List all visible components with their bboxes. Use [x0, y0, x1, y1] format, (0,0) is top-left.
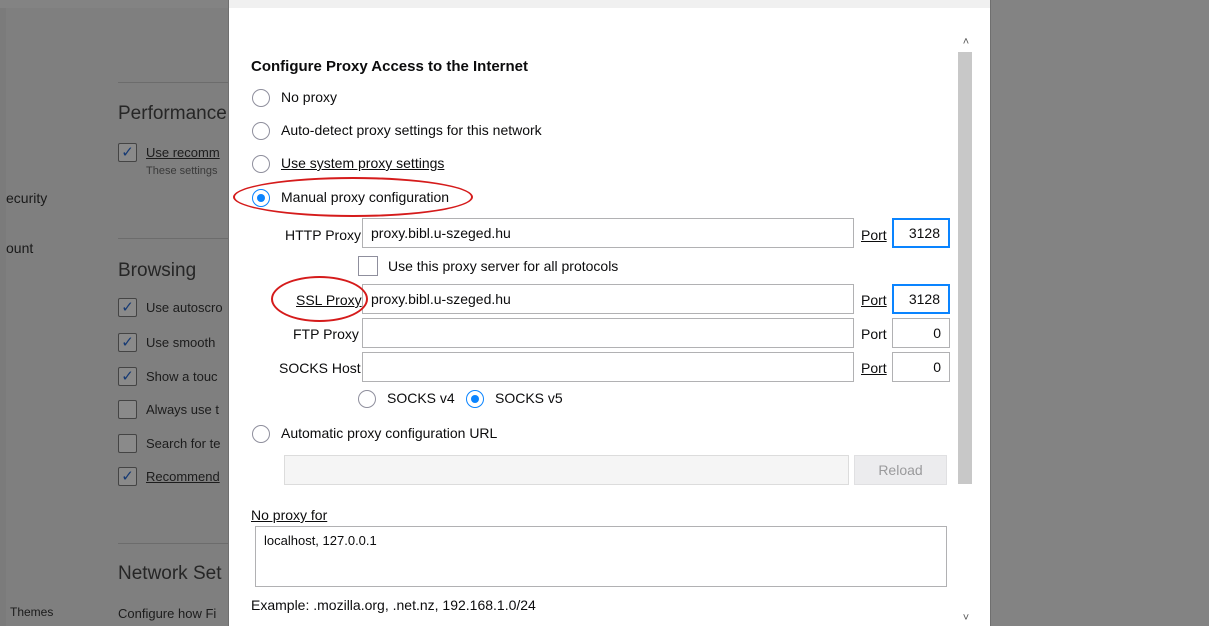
section-divider	[118, 543, 228, 544]
system-proxy-radio[interactable]	[252, 155, 270, 173]
no-proxy-for-label: No proxy for	[251, 507, 328, 523]
performance-heading: Performance	[118, 103, 227, 124]
auto-detect-radio[interactable]	[252, 122, 270, 140]
browsing-item-label: Always use t	[146, 402, 219, 417]
reload-button[interactable]: Reload	[854, 455, 947, 485]
proxy-section-title: Configure Proxy Access to the Internet	[251, 58, 529, 75]
browsing-checkbox[interactable]: ✓	[118, 367, 137, 386]
sidebar-item-account[interactable]: ount	[6, 240, 33, 256]
overlay-right	[990, 8, 1209, 626]
browsing-checkbox[interactable]: ✓	[118, 467, 137, 486]
ssl-port-input[interactable]: 3128	[892, 284, 950, 314]
sidebar-item-security[interactable]: ecurity	[6, 190, 47, 206]
no-proxy-example: Example: .mozilla.org, .net.nz, 192.168.…	[251, 597, 536, 613]
section-divider	[118, 238, 228, 239]
performance-checkbox-label: Use recomm	[146, 145, 220, 160]
http-port-input[interactable]: 3128	[892, 218, 950, 248]
auto-url-label[interactable]: Automatic proxy configuration URL	[281, 425, 497, 441]
socks-port-label: Port	[861, 360, 887, 376]
browsing-checkbox[interactable]: ✓	[118, 298, 137, 317]
browsing-item-label: Show a touc	[146, 369, 218, 384]
section-divider	[118, 82, 228, 83]
socks-host-label: SOCKS Host	[279, 360, 361, 376]
performance-note: These settings	[146, 165, 218, 177]
browsing-checkbox[interactable]: ✓	[118, 333, 137, 352]
socks-port-input[interactable]: 0	[892, 352, 950, 382]
use-for-all-checkbox[interactable]	[358, 256, 378, 276]
annotation-circle-ssl	[271, 276, 368, 322]
auto-detect-label[interactable]: Auto-detect proxy settings for this netw…	[281, 122, 542, 138]
browsing-checkbox[interactable]	[118, 434, 137, 453]
sidebar-item-themes[interactable]: Themes	[10, 605, 53, 619]
system-proxy-label[interactable]: Use system proxy settings	[281, 155, 444, 171]
ftp-port-label: Port	[861, 326, 887, 342]
browsing-heading: Browsing	[118, 260, 197, 281]
connection-settings-dialog: Configure Proxy Access to the Internet N…	[229, 0, 990, 626]
use-for-all-label[interactable]: Use this proxy server for all protocols	[388, 258, 618, 274]
browsing-item-label: Recommend	[146, 469, 220, 484]
ssl-proxy-input[interactable]: proxy.bibl.u-szeged.hu	[362, 284, 854, 314]
preferences-main-column	[6, 8, 228, 626]
scroll-up-icon[interactable]: ˄	[956, 34, 976, 50]
performance-checkbox[interactable]: ✓	[118, 143, 137, 162]
http-proxy-input[interactable]: proxy.bibl.u-szeged.hu	[362, 218, 854, 248]
socks-v5-radio[interactable]	[466, 390, 484, 408]
no-proxy-label[interactable]: No proxy	[281, 89, 337, 105]
socks-v4-label[interactable]: SOCKS v4	[387, 390, 455, 406]
ftp-proxy-input[interactable]	[362, 318, 854, 348]
browsing-item-label: Use autoscro	[146, 300, 223, 315]
network-settings-description: Configure how Fi	[118, 606, 217, 621]
socks-v4-radio[interactable]	[358, 390, 376, 408]
no-proxy-for-textarea[interactable]: localhost, 127.0.0.1	[255, 526, 947, 587]
network-settings-heading: Network Set	[118, 563, 222, 584]
http-port-label: Port	[861, 227, 887, 243]
ftp-port-input[interactable]: 0	[892, 318, 950, 348]
browsing-item-label: Use smooth	[146, 335, 216, 350]
browsing-checkbox[interactable]	[118, 400, 137, 419]
ssl-port-label: Port	[861, 292, 887, 308]
scrollbar-thumb[interactable]	[958, 52, 972, 484]
scroll-down-icon[interactable]: ˅	[956, 610, 976, 626]
http-proxy-label: HTTP Proxy	[285, 227, 361, 243]
browsing-item-label: Search for te	[146, 436, 221, 451]
auto-url-radio[interactable]	[252, 425, 270, 443]
auto-url-input[interactable]	[284, 455, 849, 485]
socks-host-input[interactable]	[362, 352, 854, 382]
annotation-circle-manual	[233, 177, 473, 217]
dialog-content: Configure Proxy Access to the Internet N…	[229, 0, 990, 626]
ftp-proxy-label: FTP Proxy	[293, 326, 359, 342]
socks-v5-label[interactable]: SOCKS v5	[495, 390, 563, 406]
no-proxy-radio[interactable]	[252, 89, 270, 107]
